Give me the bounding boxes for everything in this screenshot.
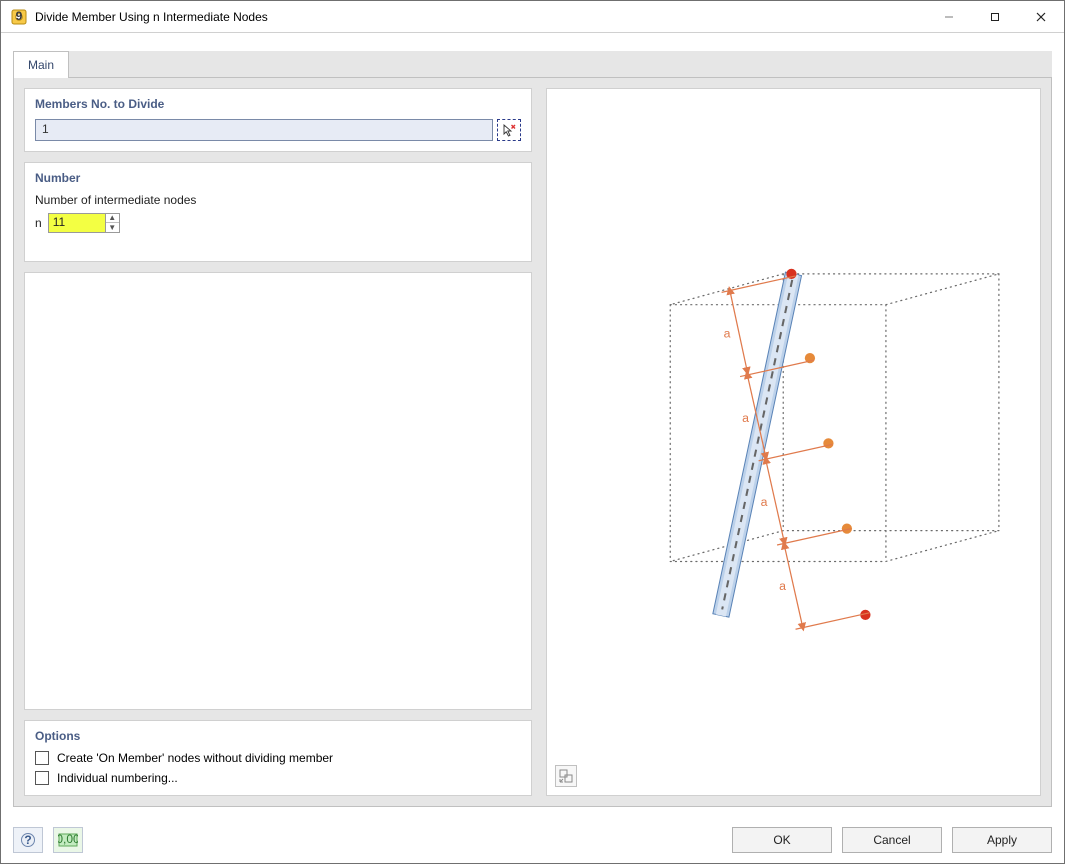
tab-main[interactable]: Main (13, 51, 69, 78)
dialog-window: 9 Divide Member Using n Intermediate Nod… (0, 0, 1065, 864)
n-value[interactable]: 11 (49, 214, 105, 232)
n-spin-down[interactable]: ▼ (106, 223, 119, 232)
n-spin-up[interactable]: ▲ (106, 214, 119, 223)
seg-label-3: a (761, 495, 768, 509)
preview-tool-button[interactable] (555, 765, 577, 787)
preview-panel: a a a a (546, 88, 1041, 796)
ok-button[interactable]: OK (732, 827, 832, 853)
maximize-button[interactable] (972, 1, 1018, 32)
panel-body: Members No. to Divide 1 (13, 77, 1052, 807)
seg-label-4: a (779, 579, 786, 593)
titlebar: 9 Divide Member Using n Intermediate Nod… (1, 1, 1064, 33)
members-input[interactable]: 1 (35, 119, 493, 141)
svg-text:9: 9 (16, 9, 23, 23)
svg-text:?: ? (24, 833, 31, 847)
group-options: Options Create 'On Member' nodes without… (24, 720, 532, 796)
n-prefix: n (35, 216, 42, 230)
units-button[interactable]: 0,00 (53, 827, 83, 853)
tabstrip: Main (13, 51, 1052, 77)
number-label: Number of intermediate nodes (35, 193, 521, 207)
right-column: a a a a (546, 88, 1041, 796)
cancel-button[interactable]: Cancel (842, 827, 942, 853)
group-options-title: Options (35, 729, 521, 743)
apply-button[interactable]: Apply (952, 827, 1052, 853)
left-column: Members No. to Divide 1 (24, 88, 532, 796)
checkbox-individual-numbering[interactable] (35, 771, 49, 785)
seg-label-1: a (724, 327, 731, 341)
empty-panel (24, 272, 532, 710)
group-members: Members No. to Divide 1 (24, 88, 532, 152)
preview-illustration: a a a a (547, 89, 1040, 808)
footer: ? 0,00 OK Cancel Apply (1, 817, 1064, 863)
pick-members-button[interactable] (497, 119, 521, 141)
n-spinner[interactable]: 11 ▲ ▼ (48, 213, 120, 233)
group-number: Number Number of intermediate nodes n 11… (24, 162, 532, 262)
label-individual-numbering: Individual numbering... (57, 771, 178, 785)
checkbox-on-member-nodes[interactable] (35, 751, 49, 765)
label-on-member-nodes: Create 'On Member' nodes without dividin… (57, 751, 333, 765)
help-button[interactable]: ? (13, 827, 43, 853)
minimize-button[interactable] (926, 1, 972, 32)
close-button[interactable] (1018, 1, 1064, 32)
content-area: Main Members No. to Divide 1 (1, 33, 1064, 817)
window-title: Divide Member Using n Intermediate Nodes (35, 10, 268, 24)
app-icon: 9 (11, 9, 27, 25)
group-members-title: Members No. to Divide (35, 97, 521, 111)
seg-label-2: a (742, 411, 749, 425)
svg-text:0,00: 0,00 (58, 833, 78, 846)
group-number-title: Number (35, 171, 521, 185)
